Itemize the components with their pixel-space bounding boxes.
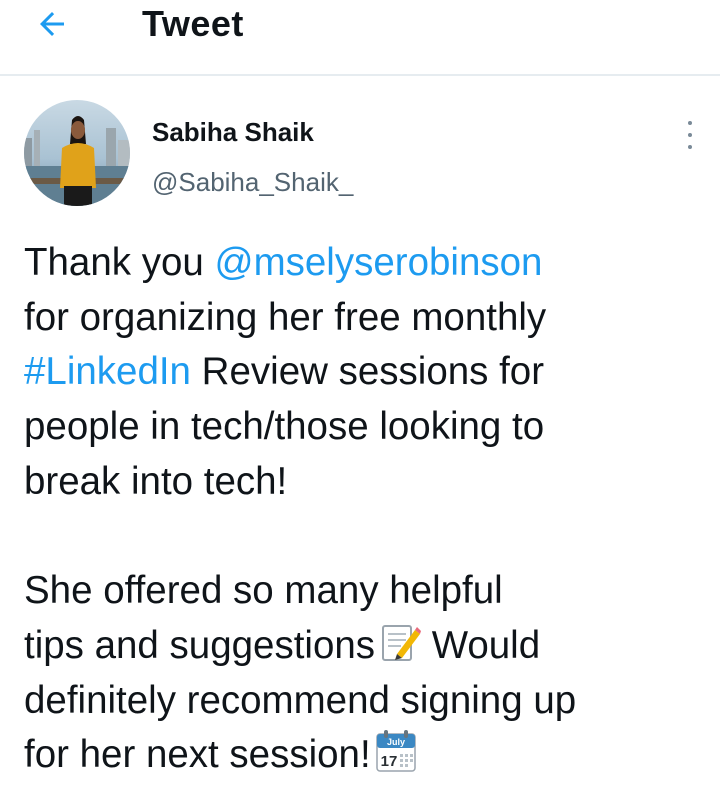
tweet-line: She offered so many helpful bbox=[24, 569, 503, 613]
more-options-button[interactable] bbox=[676, 118, 704, 152]
paragraph-break bbox=[24, 509, 714, 564]
tweet-line: #LinkedIn Review sessions for bbox=[24, 350, 545, 394]
hashtag-link[interactable]: #LinkedIn bbox=[24, 350, 191, 393]
calendar-emoji-icon: July 17 bbox=[375, 729, 417, 789]
arrow-left-icon bbox=[40, 12, 64, 36]
tweet-line: for her next session! July 17 bbox=[24, 728, 714, 783]
tweet-line: break into tech! bbox=[24, 459, 288, 503]
avatar-photo bbox=[24, 100, 130, 206]
more-vertical-icon bbox=[688, 121, 692, 125]
tweet-line: tips and suggestions Would bbox=[24, 619, 714, 674]
svg-text:17: 17 bbox=[380, 753, 397, 770]
back-button[interactable] bbox=[28, 4, 76, 44]
page-title: Tweet bbox=[142, 3, 244, 44]
tweet-line: Thank you @mselyserobinson bbox=[24, 241, 543, 284]
svg-text:July: July bbox=[387, 737, 405, 747]
tweet-header: Tweet bbox=[0, 0, 720, 76]
tweet-line: people in tech/those looking to bbox=[24, 405, 545, 449]
author-handle[interactable]: @Sabiha_Shaik_ bbox=[152, 166, 353, 198]
author-name[interactable]: Sabiha Shaik bbox=[152, 116, 314, 148]
tweet-text: Thank you @mselyserobinson for organizin… bbox=[24, 236, 714, 783]
memo-emoji-icon bbox=[379, 622, 422, 680]
tweet-line: definitely recommend signing up bbox=[24, 678, 577, 722]
tweet-line: for organizing her free monthly bbox=[24, 295, 547, 339]
avatar[interactable] bbox=[24, 100, 130, 206]
mention-link[interactable]: @mselyserobinson bbox=[214, 241, 542, 284]
